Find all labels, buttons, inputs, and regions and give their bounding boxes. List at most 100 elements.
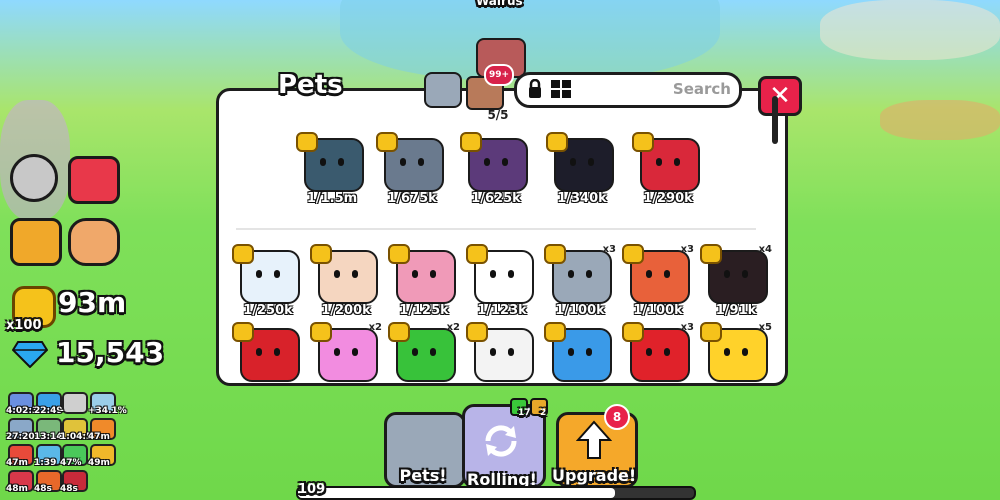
buff-timer: 13:14 (34, 432, 63, 442)
pet-rarity: 1/123k (477, 303, 527, 318)
pet-multiplier: x3 (680, 322, 694, 333)
buff-timer: 47% (60, 458, 82, 468)
buff-timer: 48s (34, 484, 52, 494)
upgrade-button-label: Upgrade! (552, 466, 637, 485)
pets-button-label: Pets! (399, 466, 447, 485)
pet-card[interactable]: 1/340k (546, 132, 618, 206)
pet-tab-cat-icon[interactable] (424, 72, 462, 108)
player-level: 109 (298, 482, 326, 497)
pet-card[interactable] (232, 322, 304, 394)
pet-card[interactable]: 1/123k (466, 244, 538, 318)
pet-card[interactable]: 1/125k (388, 244, 460, 318)
coin-boost-icon (632, 132, 654, 152)
pet-eyes (566, 348, 594, 356)
lock-icon[interactable] (527, 78, 543, 99)
roll-count-a: 17 (518, 408, 531, 418)
pet-card[interactable]: 1/625k (460, 132, 532, 206)
pet-card[interactable]: x3 (622, 322, 694, 394)
buff-timer: 48m (6, 484, 28, 494)
coin-boost-icon (296, 132, 318, 152)
roll-count-b: 2 (540, 408, 547, 418)
pet-card[interactable] (544, 322, 616, 394)
pet-eyes (410, 348, 438, 356)
panel-scrollbar[interactable] (772, 96, 778, 144)
buff-timer: 1:39 (34, 458, 57, 468)
pet-rarity: 1/625k (471, 191, 521, 206)
pet-card[interactable]: x3 1/100k (622, 244, 694, 318)
pet-multiplier: x4 (758, 244, 772, 255)
diamond-icon (11, 340, 49, 369)
pet-eyes (332, 270, 360, 278)
npc-name-label: Walrus (476, 0, 523, 8)
buff-timer: 47m (6, 458, 28, 468)
close-button[interactable]: ✕ (758, 76, 802, 116)
pet-card[interactable] (466, 322, 538, 394)
pet-eyes (566, 270, 594, 278)
pet-eyes (488, 348, 516, 356)
pet-rarity: 1/100k (633, 303, 683, 318)
pet-eyes (482, 158, 510, 166)
search-input[interactable] (579, 79, 733, 99)
pet-eyes (644, 270, 672, 278)
shop-basket-icon[interactable] (68, 156, 120, 204)
buff-timer: 22:49 (34, 406, 63, 416)
coin-boost-icon (310, 322, 332, 342)
pet-eyes (410, 270, 438, 278)
pet-multiplier: x3 (602, 244, 616, 255)
settings-gear-icon[interactable] (10, 154, 58, 202)
notification-badge: 99+ (484, 64, 514, 86)
pet-eyes (398, 158, 426, 166)
hoverboard-icon[interactable] (68, 218, 120, 266)
pet-card[interactable]: 1/675k (376, 132, 448, 206)
pet-card[interactable]: 1/290k (632, 132, 704, 206)
coin-boost-icon (546, 132, 568, 152)
pet-rarity: 1/250k (243, 303, 293, 318)
background-path (880, 100, 1000, 140)
pet-eyes (568, 158, 596, 166)
pet-rarity: 1/1.5m (306, 191, 358, 206)
xp-progress-bar (296, 486, 696, 500)
pet-eyes (254, 348, 282, 356)
pet-card[interactable]: x3 1/100k (544, 244, 616, 318)
pet-eyes (318, 158, 346, 166)
buff-timer: 49m (88, 458, 110, 468)
xp-progress-fill (298, 488, 615, 498)
coin-boost-icon (232, 322, 254, 342)
coin-boost-icon (544, 322, 566, 342)
pet-card[interactable]: x4 1/91k (700, 244, 772, 318)
pet-slot-count: 5/5 (487, 108, 509, 122)
diamond-amount: 15,543 (56, 336, 165, 369)
auto-roll-icon (478, 418, 524, 464)
pet-multiplier: x5 (758, 322, 772, 333)
pet-card[interactable]: 1/1.5m (296, 132, 368, 206)
coin-boost-icon (700, 244, 722, 264)
buff-timer: 47m (88, 432, 110, 442)
pet-eyes (254, 270, 282, 278)
buff-timer: - (60, 406, 64, 416)
coin-boost-icon (232, 244, 254, 264)
pet-card[interactable]: x2 (310, 322, 382, 394)
buff-timer: 27:20 (6, 432, 35, 442)
pet-rarity: 1/125k (399, 303, 449, 318)
pet-card[interactable]: x5 (700, 322, 772, 394)
pet-eyes (654, 158, 682, 166)
buff-icon[interactable] (62, 392, 88, 414)
search-bar (514, 72, 742, 108)
coin-boost-icon (544, 244, 566, 264)
pet-eyes (644, 348, 672, 356)
pet-eyes (722, 348, 750, 356)
trade-arrows-icon[interactable] (10, 218, 62, 266)
pet-card[interactable]: x2 (388, 322, 460, 394)
coin-boost-icon (388, 244, 410, 264)
background-platform (820, 0, 1000, 60)
pet-card[interactable]: 1/250k (232, 244, 304, 318)
pet-card[interactable]: 1/200k (310, 244, 382, 318)
pet-rarity: 1/91k (715, 303, 757, 318)
coin-boost-icon (700, 322, 722, 342)
coin-boost-icon (622, 322, 644, 342)
pet-rarity: 1/100k (555, 303, 605, 318)
coin-boost-icon (310, 244, 332, 264)
pet-rarity: 1/290k (643, 191, 693, 206)
coin-amount: 93m (58, 286, 127, 319)
grid-icon[interactable] (551, 80, 571, 98)
